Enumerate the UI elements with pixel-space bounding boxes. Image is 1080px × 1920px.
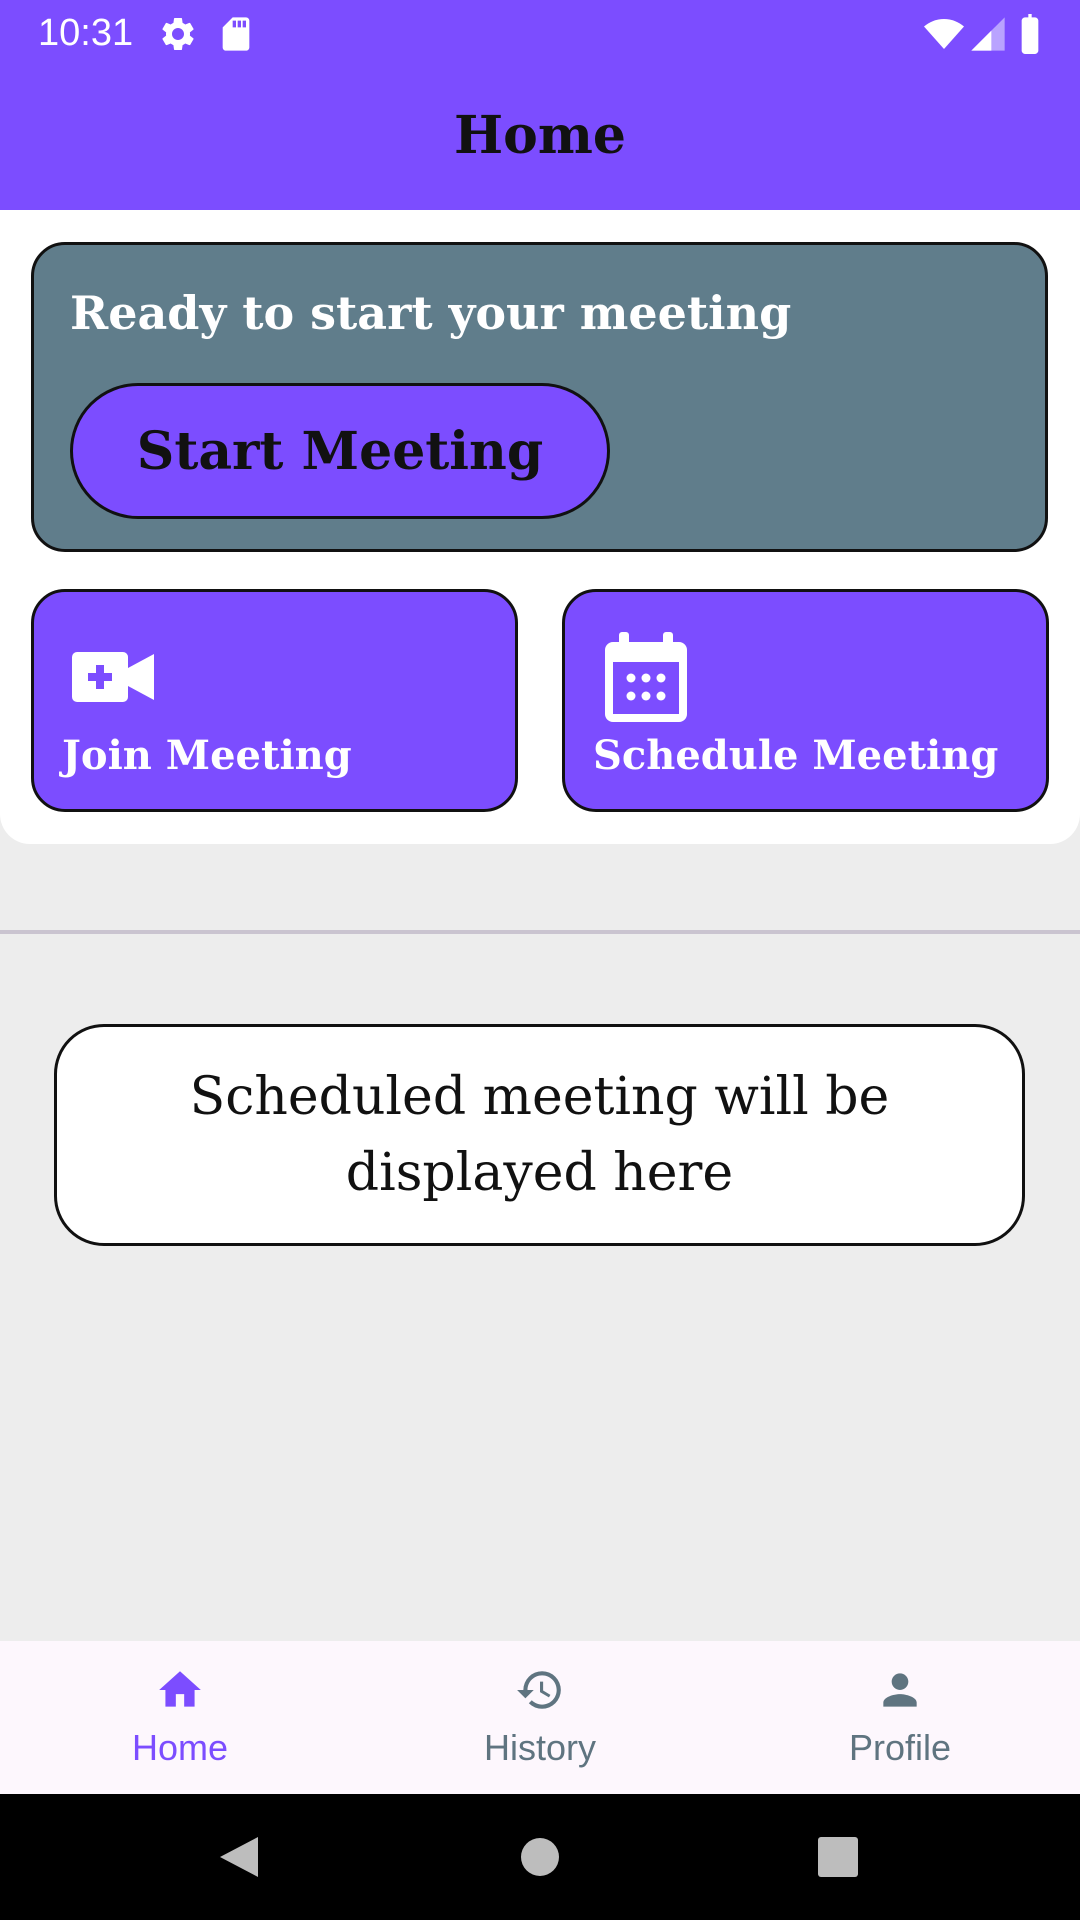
- home-circle-icon[interactable]: [514, 1831, 566, 1883]
- sd-card-icon: [216, 14, 256, 54]
- scheduled-placeholder-text: Scheduled meeting will be displayed here: [189, 1067, 890, 1203]
- schedule-meeting-button[interactable]: Schedule Meeting: [562, 589, 1049, 812]
- nav-label-home: Home: [131, 1727, 229, 1768]
- wifi-icon: [922, 14, 966, 54]
- cell-signal-icon: [968, 14, 1008, 54]
- schedule-meeting-label: Schedule Meeting: [593, 732, 999, 779]
- nav-item-home[interactable]: Home: [0, 1641, 360, 1794]
- start-meeting-card: Ready to start your meeting Start Meetin…: [31, 242, 1048, 552]
- settings-icon: [158, 14, 198, 54]
- page-title: Home: [454, 105, 626, 166]
- bottom-navigation: Home History Profile: [0, 1641, 1080, 1794]
- system-navigation-bar: [0, 1794, 1080, 1920]
- back-icon[interactable]: [214, 1831, 266, 1883]
- recents-icon[interactable]: [812, 1831, 864, 1883]
- section-divider: [0, 930, 1080, 934]
- battery-icon: [1012, 14, 1048, 54]
- start-meeting-label: Start Meeting: [136, 420, 544, 482]
- nav-item-history[interactable]: History: [360, 1641, 720, 1794]
- scheduled-meetings-placeholder: Scheduled meeting will be displayed here: [54, 1024, 1025, 1246]
- join-meeting-label: Join Meeting: [62, 732, 352, 779]
- calendar-icon: [603, 632, 689, 722]
- video-add-icon: [72, 632, 158, 722]
- start-meeting-button[interactable]: Start Meeting: [70, 383, 610, 519]
- history-icon: [515, 1665, 565, 1715]
- person-icon: [875, 1665, 925, 1715]
- home-screen: 10:31 Home Ready to start your meeting S…: [0, 0, 1080, 1920]
- nav-label-history: History: [483, 1727, 596, 1768]
- nav-item-profile[interactable]: Profile: [720, 1641, 1080, 1794]
- top-app-bar: 10:31 Home: [0, 0, 1080, 210]
- status-time: 10:31: [38, 12, 134, 54]
- home-icon: [155, 1665, 205, 1715]
- start-card-heading: Ready to start your meeting: [70, 286, 792, 340]
- nav-label-profile: Profile: [848, 1727, 952, 1768]
- join-meeting-button[interactable]: Join Meeting: [31, 589, 518, 812]
